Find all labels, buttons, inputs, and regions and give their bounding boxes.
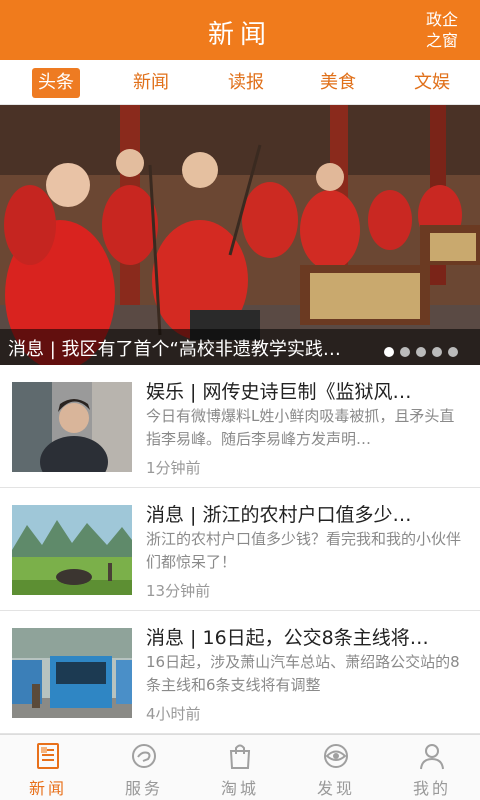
news-thumbnail	[12, 628, 132, 718]
news-icon	[37, 743, 59, 769]
news-summary: 16日起，涉及萧山汽车总站、萧绍路公交站的8条主线和6条支线将有调整	[146, 653, 460, 694]
carousel-indicator	[378, 342, 458, 357]
nav-label: 新闻	[28, 779, 67, 798]
banner-carousel[interactable]: 消息 | 我区有了首个“高校非遗教学实践…	[0, 105, 480, 365]
news-thumbnail	[12, 382, 132, 472]
news-time: 1分钟前	[146, 459, 201, 477]
banner-caption-bar: 消息 | 我区有了首个“高校非遗教学实践…	[0, 329, 480, 365]
news-headline: 娱乐 | 网传史诗巨制《监狱风…	[146, 381, 412, 403]
page-title: 新闻	[207, 20, 272, 50]
tab-newspaper[interactable]: 读报	[228, 68, 264, 98]
carousel-dot[interactable]	[416, 347, 426, 357]
person-icon	[420, 744, 444, 770]
news-summary: 今日有微博爆料L姓小鲜肉吸毒被抓，且矛头直指李易峰。随后李易峰方发声明…	[146, 407, 455, 448]
carousel-dot[interactable]	[432, 347, 442, 357]
nav-label: 淘城	[220, 779, 259, 798]
gov-portal-label-line1: 政企	[425, 10, 458, 29]
news-summary: 浙江的农村户口值多少钱？看完我和我的小伙伴们都惊呆了！	[146, 530, 462, 571]
service-icon	[132, 744, 156, 768]
news-thumbnail	[12, 505, 132, 595]
gov-portal-label-line2: 之窗	[425, 31, 458, 50]
eye-icon	[324, 744, 348, 768]
tab-entertainment[interactable]: 文娱	[414, 68, 450, 98]
nav-item-service[interactable]: 服务	[96, 739, 192, 800]
news-item[interactable]: 娱乐 | 网传史诗巨制《监狱风… 今日有微博爆料L姓小鲜肉吸毒被抓，且矛头直指李…	[0, 365, 480, 488]
news-item[interactable]: 消息 | 16日起，公交8条主线将… 16日起，涉及萧山汽车总站、萧绍路公交站的…	[0, 611, 480, 734]
carousel-dot[interactable]	[400, 347, 410, 357]
app-header: 新闻 政企 之窗	[0, 0, 480, 60]
nav-item-discover[interactable]: 发现	[288, 739, 384, 800]
category-tabs: 头条 新闻 读报 美食 文娱	[0, 60, 480, 105]
nav-item-news[interactable]: 新闻	[0, 739, 96, 800]
tab-headlines[interactable]: 头条	[32, 68, 80, 98]
carousel-dot[interactable]	[448, 347, 458, 357]
shopping-bag-icon	[229, 744, 251, 769]
banner-caption: 消息 | 我区有了首个“高校非遗教学实践…	[8, 339, 341, 360]
tab-news[interactable]: 新闻	[133, 68, 169, 98]
nav-item-shopping[interactable]: 淘城	[192, 739, 288, 800]
banner-photo	[0, 105, 480, 365]
news-headline: 消息 | 16日起，公交8条主线将…	[146, 627, 429, 649]
tab-food[interactable]: 美食	[320, 68, 356, 98]
news-headline: 消息 | 浙江的农村户口值多少…	[146, 504, 412, 526]
nav-label: 发现	[316, 779, 355, 798]
news-time: 4小时前	[146, 705, 201, 723]
nav-item-profile[interactable]: 我的	[384, 739, 480, 800]
gov-portal-button[interactable]: 政企 之窗	[422, 9, 462, 51]
nav-label: 我的	[412, 779, 451, 798]
carousel-dot[interactable]	[384, 347, 394, 357]
nav-label: 服务	[124, 779, 163, 798]
news-time: 13分钟前	[146, 582, 211, 600]
bottom-navigation: 新闻 服务 淘城 发现 我的	[0, 734, 480, 800]
news-item[interactable]: 消息 | 浙江的农村户口值多少… 浙江的农村户口值多少钱？看完我和我的小伙伴们都…	[0, 488, 480, 611]
